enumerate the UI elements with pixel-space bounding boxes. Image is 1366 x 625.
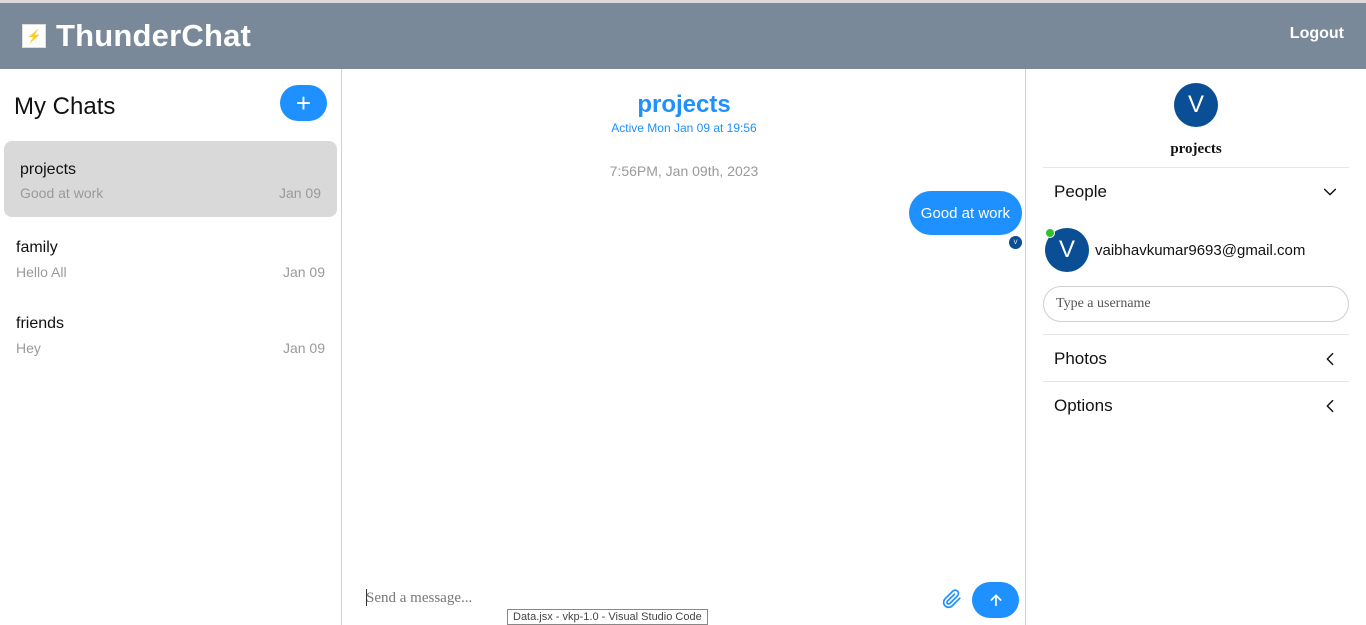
member-avatar-letter: V — [1058, 236, 1075, 263]
online-status-dot — [1045, 228, 1055, 238]
new-chat-button[interactable]: + — [280, 85, 327, 121]
chat-item-name: friends — [16, 315, 65, 332]
avatar: V — [1045, 228, 1089, 272]
chat-item-name: family — [16, 239, 58, 256]
divider — [1043, 167, 1349, 168]
people-section-header[interactable]: People — [1054, 172, 1338, 212]
logout-button[interactable]: Logout — [1290, 25, 1344, 43]
options-label: Options — [1054, 396, 1113, 415]
photos-label: Photos — [1054, 349, 1107, 368]
chat-item-date: Jan 09 — [278, 185, 321, 201]
chat-list-title: My Chats — [14, 93, 116, 120]
text-caret — [366, 589, 367, 606]
member-row[interactable]: V vaibhavkumar9693@gmail.com — [1045, 228, 1345, 272]
read-receipt-avatar: V — [1009, 236, 1022, 249]
logo-icon: ⚡ — [22, 24, 46, 48]
send-button[interactable] — [972, 582, 1019, 618]
chat-item-name: projects — [20, 161, 77, 178]
chat-item-family[interactable]: family Hello All Jan 09 — [4, 221, 337, 297]
message-input[interactable] — [366, 587, 926, 609]
conversation-title: projects — [637, 91, 731, 118]
chat-details-name: projects — [1170, 141, 1222, 157]
attach-icon[interactable] — [942, 589, 962, 609]
chat-details-panel: V projects People V vaibhavkumar9693@gma… — [1026, 69, 1366, 625]
options-section-header[interactable]: Options — [1054, 386, 1338, 426]
chat-item-preview: Good at work — [20, 185, 104, 201]
divider — [1043, 334, 1349, 335]
chat-list-panel: My Chats + projects Good at work Jan 09 … — [0, 69, 342, 625]
conversation-panel: projects Active Mon Jan 09 at 19:56 7:56… — [342, 69, 1026, 625]
people-label: People — [1054, 182, 1107, 201]
chat-item-projects[interactable]: projects Good at work Jan 09 — [4, 141, 337, 217]
app-brand: ThunderChat — [56, 18, 252, 53]
member-email: vaibhavkumar9693@gmail.com — [1095, 241, 1306, 259]
chat-item-friends[interactable]: friends Hey Jan 09 — [4, 297, 337, 373]
taskbar-tooltip: Data.jsx - vkp-1.0 - Visual Studio Code — [507, 609, 708, 625]
conversation-status: Active Mon Jan 09 at 19:56 — [611, 121, 757, 135]
chat-item-preview: Hey — [16, 340, 41, 356]
chat-item-preview: Hello All — [16, 264, 67, 280]
add-user-input[interactable] — [1043, 286, 1349, 322]
message-timestamp-divider: 7:56PM, Jan 09th, 2023 — [609, 163, 759, 179]
chat-item-date: Jan 09 — [282, 340, 325, 356]
chevron-left-icon — [1326, 352, 1334, 366]
navbar: ⚡ ThunderChat Logout — [0, 3, 1366, 69]
chevron-left-icon — [1326, 399, 1334, 413]
photos-section-header[interactable]: Photos — [1054, 339, 1338, 379]
arrow-up-icon — [990, 594, 1001, 607]
chat-avatar: V — [1174, 83, 1218, 127]
message-bubble: Good at work — [908, 191, 1022, 235]
divider — [1043, 381, 1349, 382]
chat-item-date: Jan 09 — [282, 264, 325, 280]
chevron-down-icon — [1323, 188, 1337, 196]
